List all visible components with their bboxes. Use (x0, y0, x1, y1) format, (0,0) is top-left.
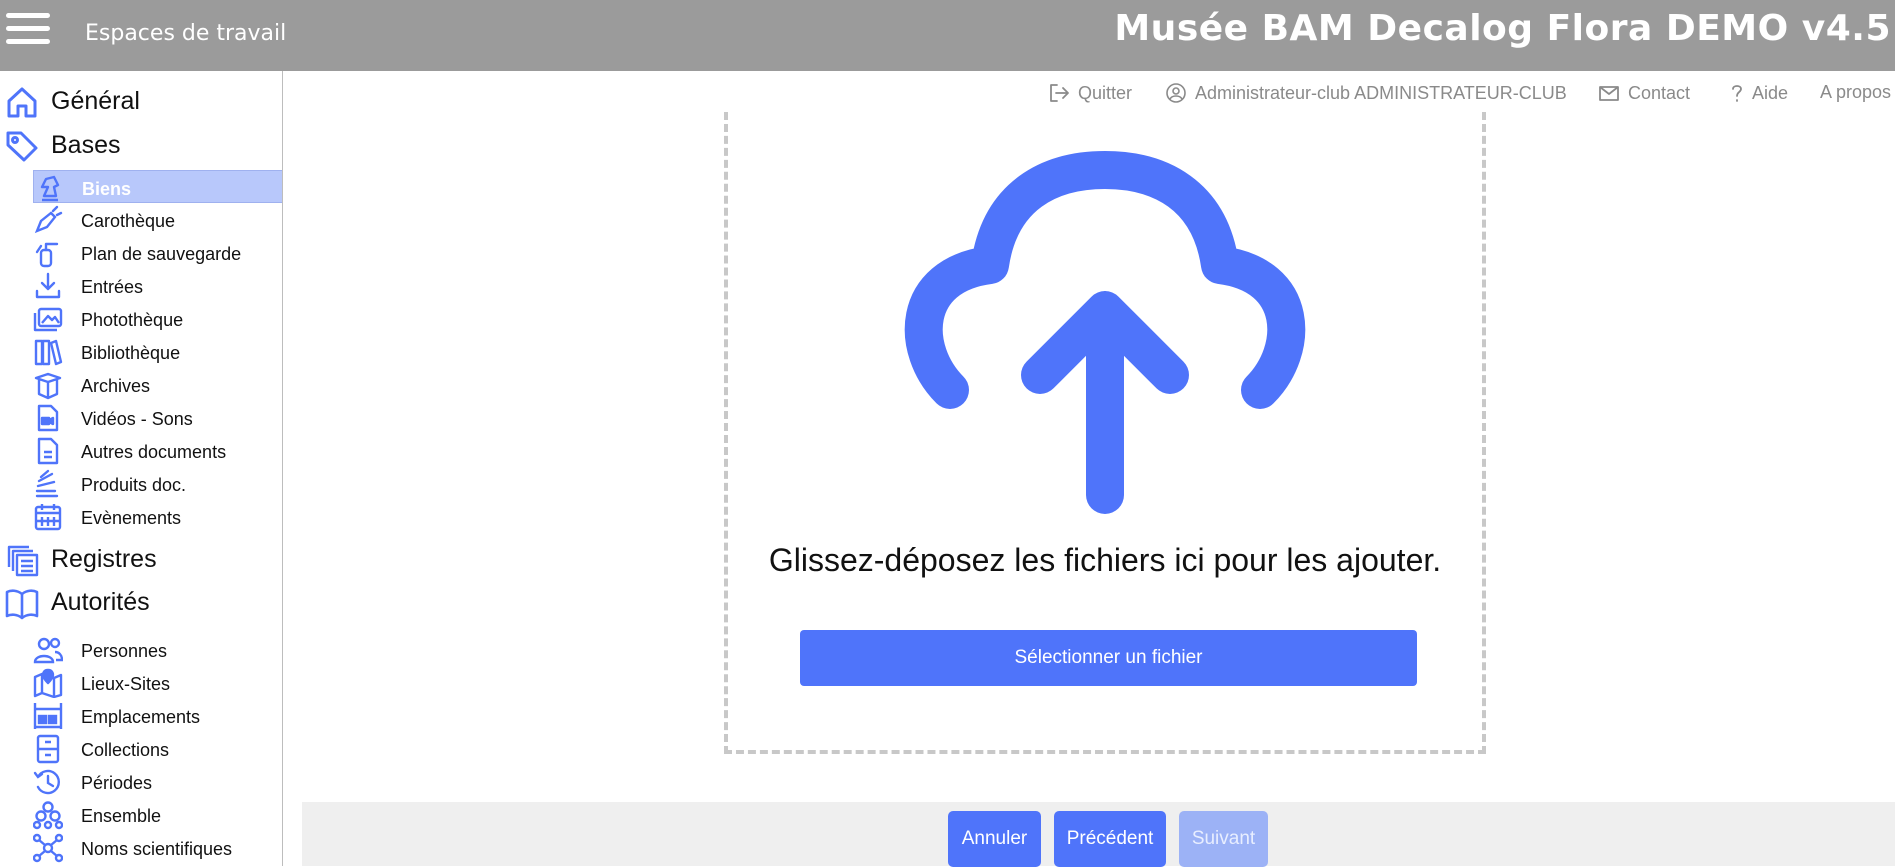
hamburger-menu-icon[interactable] (6, 13, 50, 47)
download-icon (35, 272, 61, 299)
sidebar-item-label: Photothèque (81, 310, 184, 330)
map-pin-icon (33, 668, 63, 698)
sidebar-item-phototheque[interactable]: Photothèque (33, 302, 282, 335)
group-icon (33, 801, 63, 830)
sidebar-item-label: Personnes (81, 641, 168, 661)
about-link[interactable]: A propos (1820, 82, 1891, 103)
sidebar-section-label: Général (51, 87, 140, 115)
sidebar-item-plan-de-sauvegarde[interactable]: Plan de sauvegarde (33, 236, 282, 269)
sidebar-item-personnes[interactable]: Personnes (33, 633, 282, 666)
sidebar-section-autorites[interactable]: Autorités (0, 582, 282, 622)
select-file-button[interactable]: Sélectionner un fichier (800, 630, 1417, 686)
sidebar-section-label: Registres (51, 545, 157, 573)
sidebar-section-label: Bases (51, 131, 121, 159)
registers-icon (7, 545, 39, 577)
sidebar-item-label: Lieux-Sites (81, 674, 171, 694)
sidebar-item-collections[interactable]: Collections (33, 732, 282, 765)
sidebar-item-archives[interactable]: Archives (33, 368, 282, 401)
user-circle-icon (1166, 83, 1186, 103)
people-icon (33, 637, 63, 664)
brush-icon (34, 205, 63, 234)
sidebar-item-produits-doc[interactable]: Produits doc. (33, 467, 282, 500)
sidebar-item-label: Archives (81, 376, 151, 396)
calendar-icon (34, 504, 62, 531)
previous-button[interactable]: Précédent (1054, 811, 1166, 867)
sidebar-item-periodes[interactable]: Périodes (33, 765, 282, 798)
sidebar-item-noms-scientifiques[interactable]: Noms scientifiques (33, 831, 282, 864)
sidebar-item-label: Périodes (81, 773, 153, 793)
sidebar-item-label: Noms scientifiques (81, 839, 233, 859)
sidebar-item-label: Entrées (81, 277, 144, 297)
about-label: A propos (1820, 82, 1892, 102)
app-title: Musée BAM Decalog Flora DEMO v4.5 (1114, 8, 1891, 49)
contact-link[interactable]: Contact (1598, 82, 1690, 104)
stack-icon (35, 469, 59, 498)
sidebar-item-autres-documents[interactable]: Autres documents (33, 434, 282, 467)
sidebar-item-label: Collections (81, 740, 170, 760)
sidebar: Général Bases Biens Carothèque Plan de s… (0, 71, 283, 866)
sidebar-item-label: Emplacements (81, 707, 201, 727)
history-icon (33, 769, 60, 795)
user-label: Administrateur-club ADMINISTRATEUR-CLUB (1195, 82, 1567, 103)
drop-instructions: Glissez-déposez les fichiers ici pour le… (768, 542, 1442, 578)
fire-extinguisher-icon (35, 242, 59, 268)
envelope-icon (1599, 86, 1619, 101)
cancel-button[interactable]: Annuler (948, 811, 1041, 867)
home-icon (7, 87, 37, 118)
sidebar-item-label: Evènements (81, 508, 182, 528)
sidebar-section-bases[interactable]: Bases (0, 125, 282, 165)
cabinet-icon (36, 734, 60, 764)
contact-label: Contact (1628, 82, 1691, 103)
books-icon (34, 339, 63, 366)
sidebar-item-carotheque[interactable]: Carothèque (33, 203, 282, 236)
next-button[interactable]: Suivant (1179, 811, 1268, 867)
sidebar-item-label: Vidéos - Sons (81, 409, 193, 429)
workspaces-link[interactable]: Espaces de travail (85, 21, 286, 46)
sidebar-item-label: Carothèque (81, 211, 176, 231)
sidebar-item-label: Produits doc. (81, 475, 187, 495)
help-link[interactable]: Aide (1726, 82, 1788, 104)
quit-label: Quitter (1078, 82, 1133, 103)
sidebar-section-registres[interactable]: Registres (0, 539, 282, 579)
network-icon (33, 833, 63, 863)
cloud-upload-icon (904, 151, 1306, 514)
sidebar-item-label: Autres documents (81, 442, 227, 462)
user-link[interactable]: Administrateur-club ADMINISTRATEUR-CLUB (1165, 82, 1567, 104)
sidebar-item-biens[interactable]: Biens (33, 170, 282, 203)
top-bar: Espaces de travail Musée BAM Decalog Flo… (0, 0, 1895, 71)
sidebar-item-label: Plan de sauvegarde (81, 244, 242, 264)
document-icon (37, 437, 59, 465)
quit-link[interactable]: Quitter (1048, 82, 1132, 104)
sidebar-item-bibliotheque[interactable]: Bibliothèque (33, 335, 282, 368)
sidebar-section-general[interactable]: Général (0, 81, 282, 121)
sidebar-item-label: Bibliothèque (81, 343, 181, 363)
logout-icon (1050, 84, 1069, 102)
tag-icon (6, 131, 38, 162)
open-book-icon (5, 589, 39, 620)
sidebar-item-videos-sons[interactable]: Vidéos - Sons (33, 401, 282, 434)
shelf-icon (33, 703, 63, 729)
help-label: Aide (1752, 82, 1789, 103)
images-icon (33, 307, 63, 332)
sidebar-item-lieux-sites[interactable]: Lieux-Sites (33, 666, 282, 699)
video-file-icon (37, 404, 59, 432)
box-icon (34, 372, 62, 400)
sidebar-item-entrees[interactable]: Entrées (33, 269, 282, 302)
sidebar-item-label: Biens (82, 179, 132, 199)
chess-knight-icon (40, 175, 60, 202)
sidebar-item-evenements[interactable]: Evènements (33, 500, 282, 533)
sidebar-section-label: Autorités (51, 588, 150, 616)
sidebar-item-emplacements[interactable]: Emplacements (33, 699, 282, 732)
sidebar-item-ensemble[interactable]: Ensemble (33, 798, 282, 831)
sidebar-item-label: Ensemble (81, 806, 162, 826)
question-icon (1732, 85, 1742, 102)
